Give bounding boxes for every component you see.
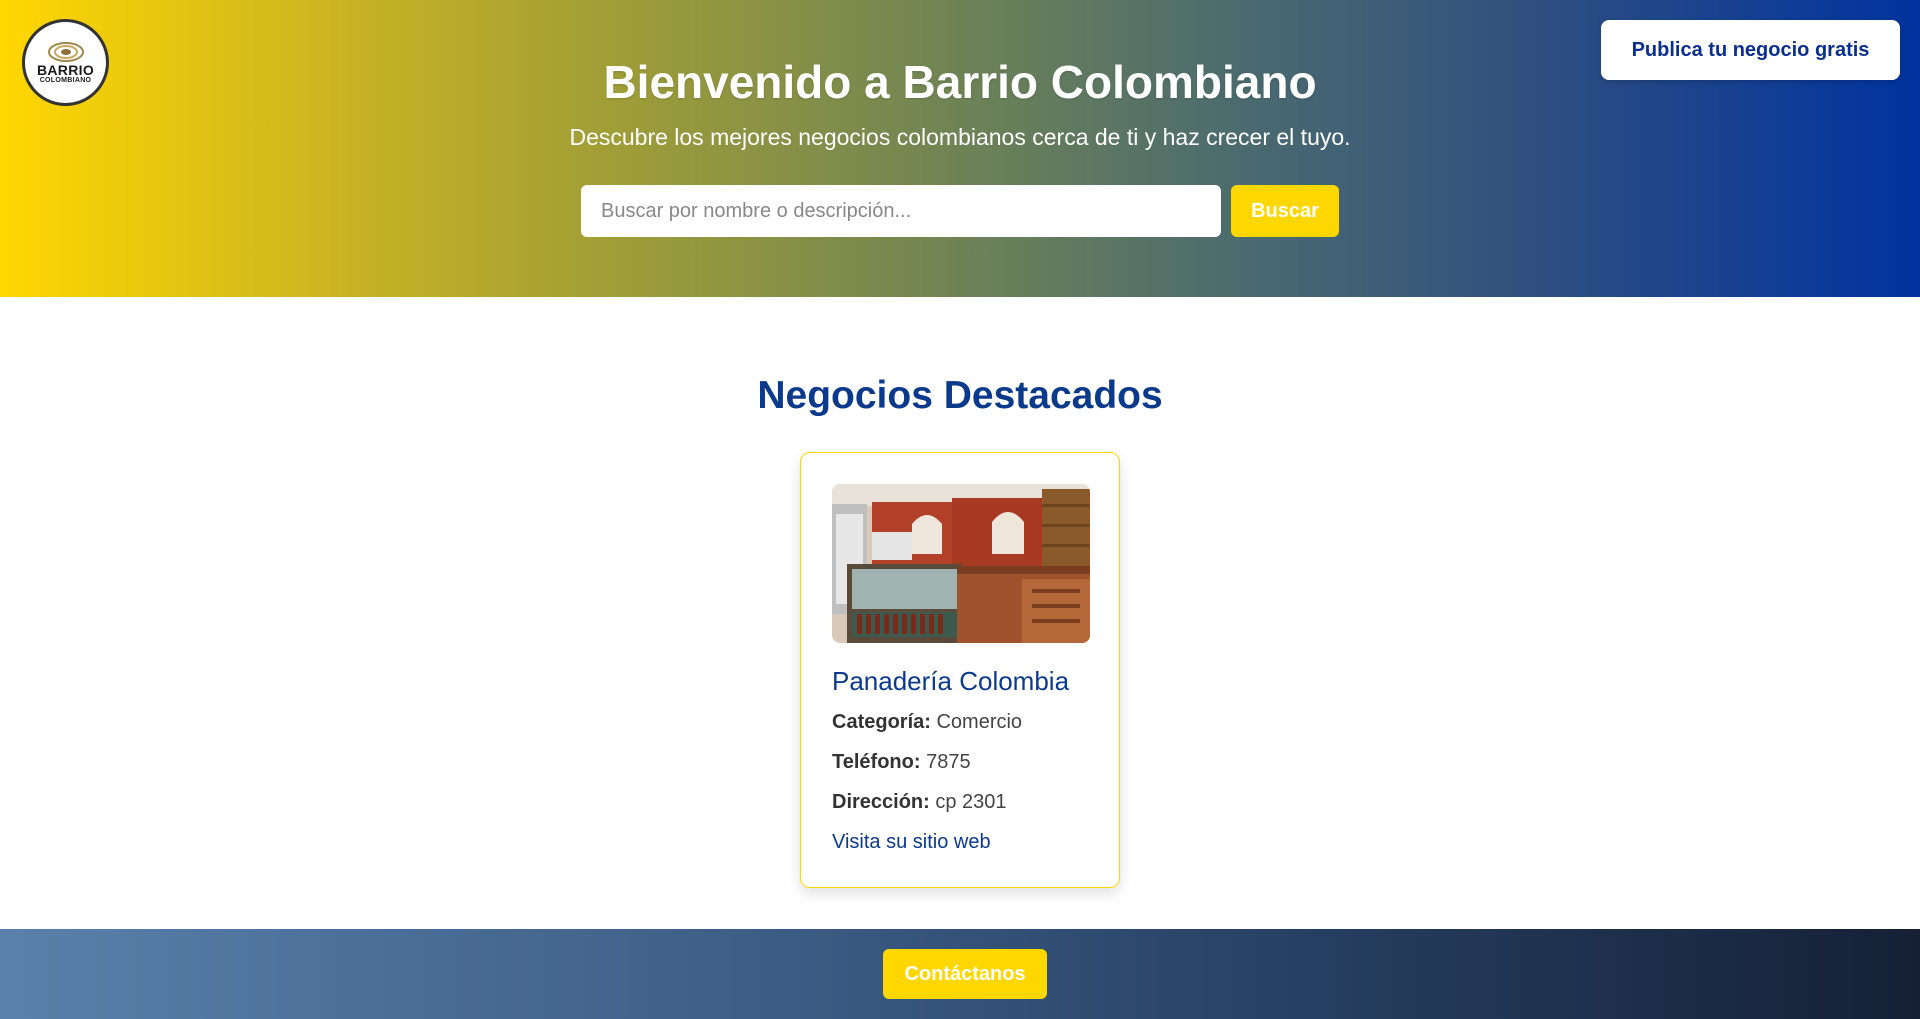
category-label: Categoría: <box>832 711 931 733</box>
hero-header: BARRIO COLOMBIANO Publica tu negocio gra… <box>0 0 1920 297</box>
business-phone: Teléfono: 7875 <box>832 751 971 774</box>
search-input[interactable] <box>581 185 1221 237</box>
business-photo <box>832 484 1090 643</box>
business-name: Panadería Colombia <box>832 666 1070 696</box>
featured-section-title: Negocios Destacados <box>757 374 1163 417</box>
category-value: Comercio <box>936 711 1023 733</box>
business-card[interactable]: Panadería Colombia Categoría: Comercio T… <box>800 452 1120 888</box>
business-category: Categoría: Comercio <box>832 711 1022 734</box>
address-label: Dirección: <box>832 791 930 813</box>
phone-label: Teléfono: <box>832 751 921 773</box>
contact-button[interactable]: Contáctanos <box>883 949 1047 999</box>
page-subtitle: Descubre los mejores negocios colombiano… <box>569 124 1351 150</box>
footer: Contáctanos <box>0 929 1920 1019</box>
phone-value: 7875 <box>926 751 971 773</box>
business-website-link[interactable]: Visita su sitio web <box>832 831 991 854</box>
search-button[interactable]: Buscar <box>1231 185 1339 237</box>
address-value: cp 2301 <box>935 791 1007 813</box>
business-address: Dirección: cp 2301 <box>832 791 1007 814</box>
page-title: Bienvenido a Barrio Colombiano <box>603 56 1317 108</box>
